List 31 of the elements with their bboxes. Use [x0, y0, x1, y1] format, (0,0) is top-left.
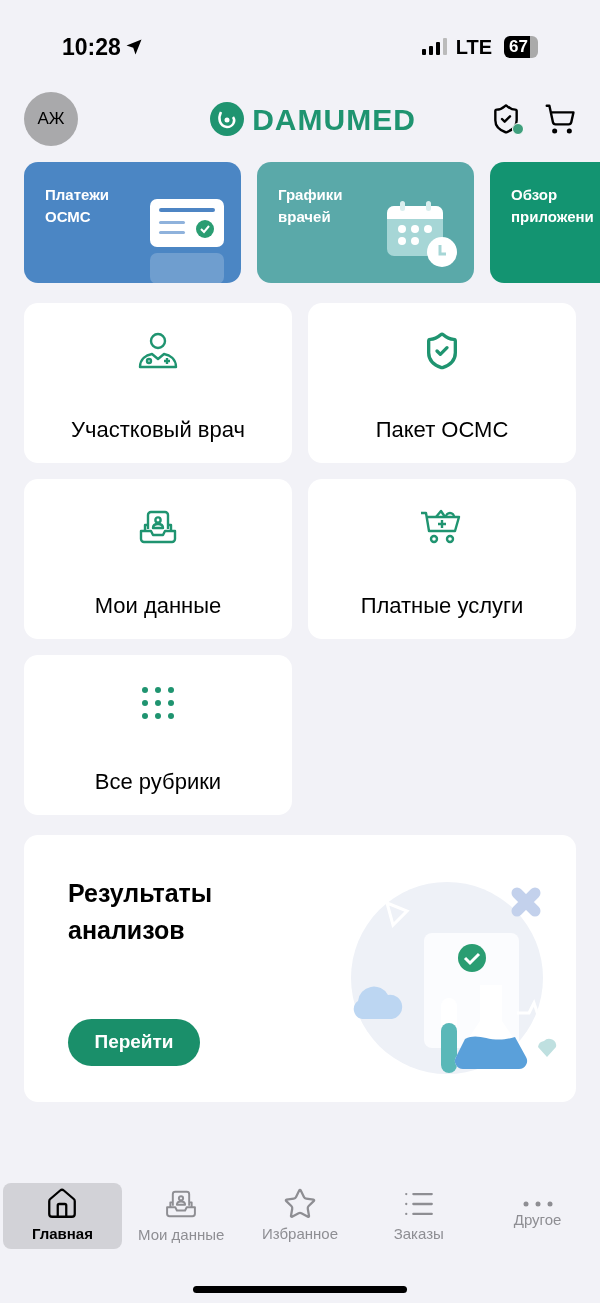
tile-label: Платные услуги	[360, 592, 524, 620]
banner-title: приложени	[511, 207, 594, 227]
promo-banner[interactable]: Платежи ОСМС	[24, 162, 241, 283]
service-tile[interactable]: Пакет ОСМС	[308, 303, 576, 463]
banner-title: ОСМС	[45, 207, 92, 227]
tab-bar-item[interactable]: Главная	[3, 1183, 122, 1249]
service-tile[interactable]: Участковый врач	[24, 303, 292, 463]
banner-title: Обзор	[511, 185, 559, 205]
tab-bar-item[interactable]: Другое	[478, 1183, 597, 1249]
tab-bar-item[interactable]: Мои данные	[121, 1183, 241, 1249]
service-tile[interactable]: Все рубрики	[24, 655, 292, 815]
promo-banner[interactable]: Графики врачей	[257, 162, 474, 283]
network-type: LTE	[455, 35, 493, 60]
tab-bar-item[interactable]: Заказы	[359, 1183, 479, 1249]
results-title: Результаты анализов	[68, 878, 214, 946]
tile-label: Участковый врач	[71, 416, 245, 444]
go-button[interactable]: Перейти	[68, 1019, 200, 1066]
tile-label: Мои данные	[94, 592, 222, 620]
avatar[interactable]: АЖ	[24, 92, 78, 146]
tile-label: Все рубрики	[94, 768, 222, 796]
tab-bar-item[interactable]: Избранное	[240, 1183, 360, 1249]
service-tile[interactable]: Платные услуги	[308, 479, 576, 639]
logo-text: DAMUMED	[252, 101, 416, 138]
banner-title: врачей	[278, 207, 332, 227]
service-tile[interactable]: Мои данные	[24, 479, 292, 639]
status-time: 10:28	[62, 32, 121, 62]
banner-title: Графики	[278, 185, 343, 205]
battery-level: 67	[504, 36, 530, 58]
banner-title: Платежи	[45, 185, 109, 205]
tile-label: Пакет ОСМС	[375, 416, 509, 444]
promo-banner[interactable]: Обзор приложени	[490, 162, 600, 283]
